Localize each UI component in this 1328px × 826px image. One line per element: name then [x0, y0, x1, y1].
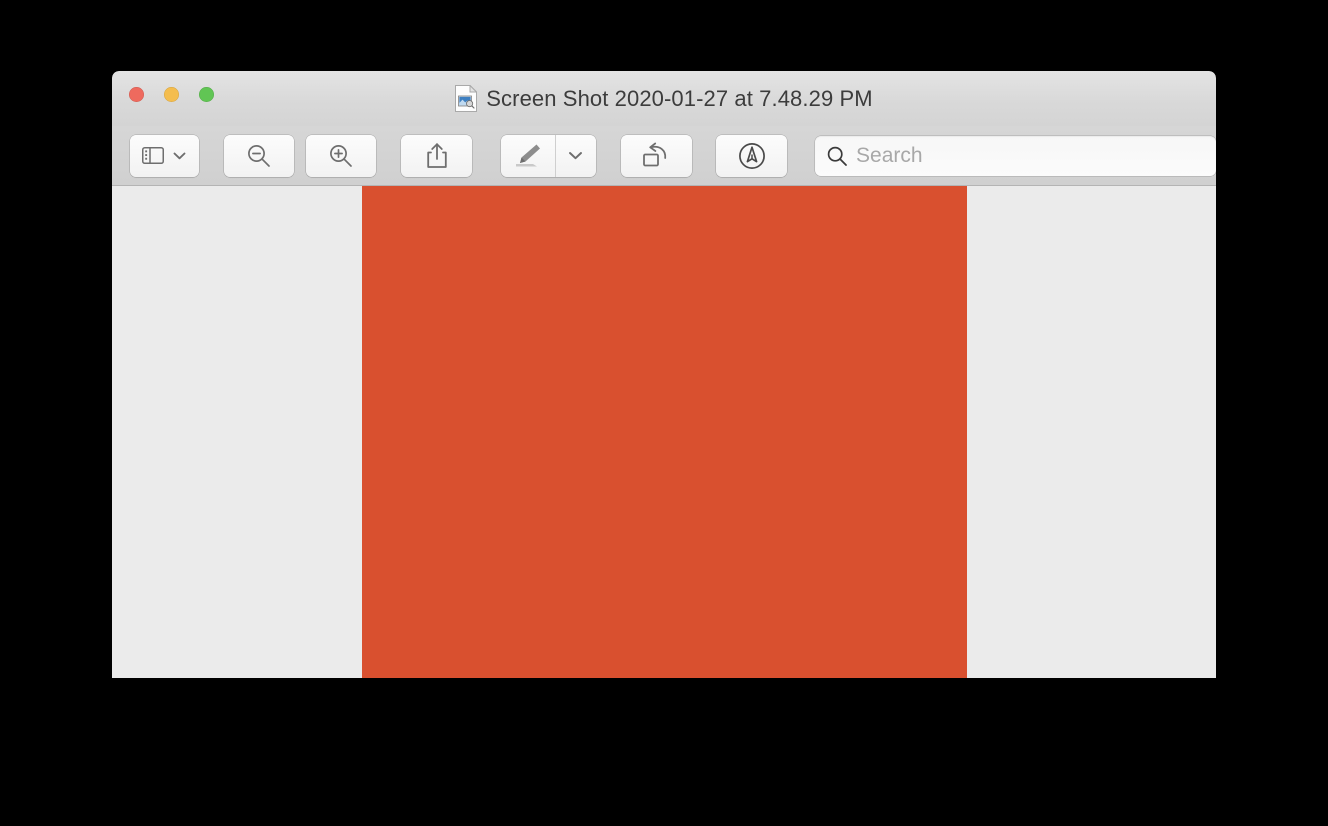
- markup-toolbar-button[interactable]: [716, 134, 788, 177]
- highlight-tool-group: [500, 134, 597, 177]
- search-input[interactable]: [856, 143, 1216, 168]
- zoom-out-button[interactable]: [223, 134, 295, 177]
- document-content-area: [112, 186, 1216, 678]
- zoom-in-button[interactable]: [305, 134, 377, 177]
- screenshot-image[interactable]: [361, 186, 967, 678]
- window-titlebar[interactable]: Screen Shot 2020-01-27 at 7.48.29 PM: [112, 71, 1216, 126]
- maximize-traffic-light[interactable]: [199, 87, 214, 102]
- rotate-left-button[interactable]: [620, 134, 692, 177]
- share-button[interactable]: [401, 134, 472, 177]
- magnifier-plus-icon: [328, 143, 354, 169]
- window-title: Screen Shot 2020-01-27 at 7.48.29 PM: [486, 85, 873, 111]
- chevron-down-icon: [568, 151, 583, 160]
- sidebar-panel-icon: [142, 147, 165, 164]
- window-title-group: Screen Shot 2020-01-27 at 7.48.29 PM: [112, 71, 1216, 126]
- rotate-left-icon: [641, 142, 671, 169]
- search-icon: [826, 145, 848, 167]
- sidebar-view-button[interactable]: [130, 134, 199, 177]
- share-box-up-arrow-icon: [425, 142, 449, 169]
- desktop-background: Screen Shot 2020-01-27 at 7.48.29 PM: [0, 0, 1328, 826]
- preview-toolbar: [112, 126, 1216, 186]
- magnifier-minus-icon: [246, 143, 272, 169]
- minimize-traffic-light[interactable]: [164, 87, 179, 102]
- preview-window: Screen Shot 2020-01-27 at 7.48.29 PM: [112, 71, 1216, 678]
- search-field[interactable]: [815, 135, 1216, 176]
- highlighter-pen-icon: [513, 142, 543, 170]
- close-traffic-light[interactable]: [129, 87, 144, 102]
- pen-nib-circle-icon: [738, 142, 766, 170]
- window-traffic-lights: [129, 87, 214, 102]
- highlight-button[interactable]: [501, 134, 556, 177]
- screenshot-document-icon: [455, 85, 478, 112]
- chevron-down-icon: [173, 152, 186, 160]
- highlight-options-button[interactable]: [556, 135, 596, 177]
